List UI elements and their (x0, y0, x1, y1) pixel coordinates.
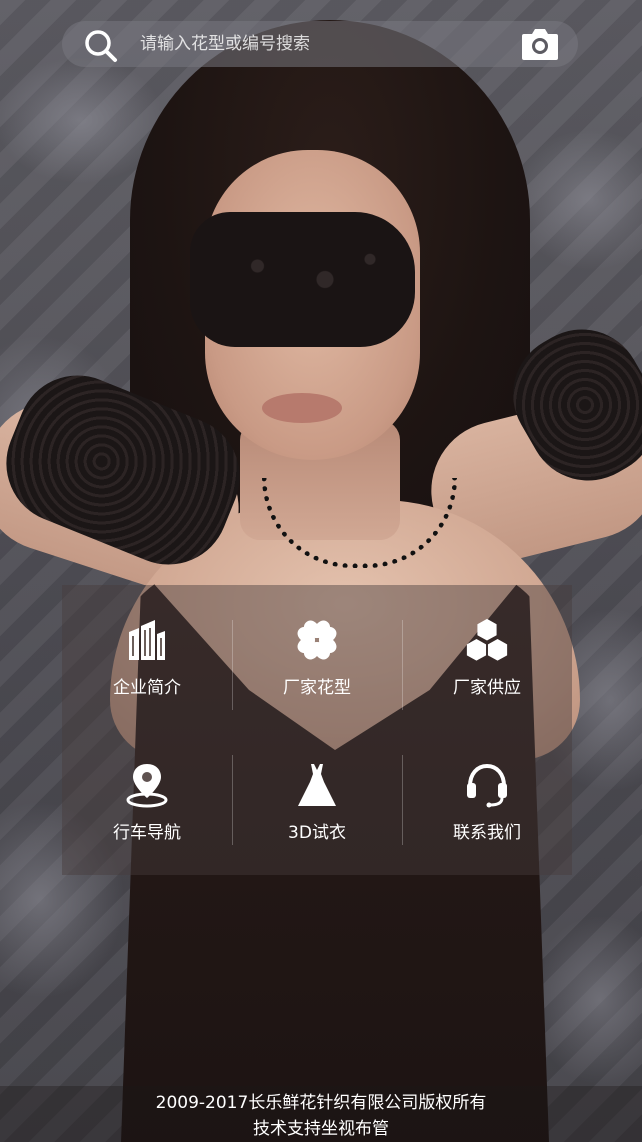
footer-copyright: 2009-2017长乐鲜花针织有限公司版权所有 (155, 1093, 487, 1113)
lace-mask (190, 212, 415, 347)
menu-item-label: 3D试衣 (288, 823, 346, 843)
headset-icon (464, 762, 510, 808)
dress-icon (294, 762, 340, 808)
search-bar[interactable] (62, 21, 578, 67)
menu-item-label: 行车导航 (113, 823, 181, 843)
model-lips (262, 393, 342, 423)
menu-item-label: 厂家供应 (453, 678, 521, 698)
building-icon (124, 617, 170, 663)
search-icon[interactable] (84, 29, 118, 63)
footer: 2009-2017长乐鲜花针织有限公司版权所有 技术支持坐视布管 (0, 1086, 642, 1142)
menu-panel: 企业简介 厂家花型 厂家供应 行车导航 3D试衣 联系我们 (62, 585, 572, 875)
menu-item-3d-fitting[interactable]: 3D试衣 (232, 730, 402, 875)
background-photo (0, 0, 642, 1142)
footer-support: 技术支持坐视布管 (253, 1119, 389, 1139)
clover-icon (294, 617, 340, 663)
camera-icon[interactable] (520, 25, 560, 63)
location-pin-icon (124, 762, 170, 808)
menu-item-factory-supply[interactable]: 厂家供应 (402, 585, 572, 730)
hexagons-icon (464, 617, 510, 663)
menu-item-label: 联系我们 (453, 823, 521, 843)
menu-item-label: 厂家花型 (283, 678, 351, 698)
menu-item-label: 企业简介 (113, 678, 181, 698)
menu-item-navigation[interactable]: 行车导航 (62, 730, 232, 875)
menu-item-factory-patterns[interactable]: 厂家花型 (232, 585, 402, 730)
menu-item-company-profile[interactable]: 企业简介 (62, 585, 232, 730)
search-input[interactable] (140, 21, 500, 67)
menu-grid: 企业简介 厂家花型 厂家供应 行车导航 3D试衣 联系我们 (62, 585, 572, 875)
menu-item-contact-us[interactable]: 联系我们 (402, 730, 572, 875)
